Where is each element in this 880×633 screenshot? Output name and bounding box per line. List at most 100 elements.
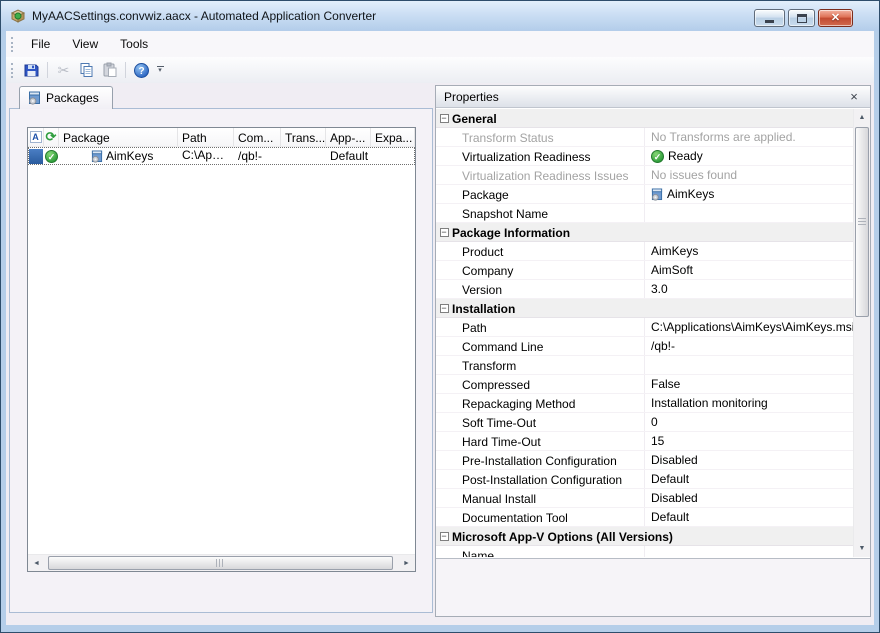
cut-button[interactable]: ✂ — [52, 60, 75, 81]
column-header-transform[interactable]: Trans... — [281, 128, 326, 146]
package-box-icon — [91, 150, 103, 163]
maximize-button[interactable] — [788, 9, 815, 27]
toolbar-overflow-button[interactable]: ▾ — [153, 60, 167, 81]
paste-button[interactable] — [98, 60, 121, 81]
property-name: Product — [452, 242, 645, 260]
tab-packages[interactable]: Packages — [19, 86, 113, 109]
property-value: 15 — [645, 432, 853, 450]
vertical-scrollbar: ▲ ▼ — [853, 109, 870, 557]
menu-view[interactable]: View — [61, 33, 109, 55]
menu-tools[interactable]: Tools — [109, 33, 159, 55]
menubar-grip[interactable] — [11, 37, 14, 52]
horizontal-scroll-thumb[interactable] — [48, 556, 393, 570]
row-gutter — [436, 185, 452, 203]
collapse-minus-icon[interactable]: − — [440, 304, 449, 313]
column-header-path[interactable]: Path — [178, 128, 234, 146]
ready-check-icon: ✓ — [651, 150, 664, 163]
horizontal-scrollbar: ◄ ► — [28, 554, 415, 571]
collapse-minus-icon[interactable]: − — [440, 114, 449, 123]
help-icon: ? — [134, 63, 149, 78]
property-value — [645, 356, 853, 374]
sort-a-icon: A — [30, 131, 42, 143]
property-row[interactable]: ProductAimKeys — [436, 242, 853, 261]
column-header-status[interactable]: ⟳ — [44, 128, 59, 146]
row-gutter: − — [436, 299, 452, 317]
category-row[interactable]: −Package Information — [436, 223, 853, 242]
close-button[interactable]: ✕ — [818, 9, 853, 27]
property-row[interactable]: Post-Installation ConfigurationDefault — [436, 470, 853, 489]
toolbar-grip[interactable] — [11, 63, 14, 78]
property-row[interactable]: Path C:\Applications\AimKeys\AimKeys.msi — [436, 318, 853, 337]
row-expand-cell — [371, 147, 415, 165]
property-row[interactable]: Version3.0 — [436, 280, 853, 299]
category-row[interactable]: −General — [436, 109, 853, 128]
help-button[interactable]: ? — [130, 60, 153, 81]
minimize-button[interactable] — [754, 9, 785, 27]
property-row[interactable]: Virtualization Readiness ✓ Ready — [436, 147, 853, 166]
collapse-minus-icon[interactable]: − — [440, 532, 449, 541]
packages-list-header: A ⟳ Package Path Com... Trans... App-...… — [28, 128, 415, 147]
row-path-cell: C:\Applications\AimKeys\AimKeys.msi — [178, 147, 234, 165]
property-name: Hard Time-Out — [452, 432, 645, 450]
collapse-minus-icon[interactable]: − — [440, 228, 449, 237]
column-header-package[interactable]: Package — [59, 128, 178, 146]
vertical-scroll-track[interactable] — [854, 126, 870, 540]
property-row[interactable]: Documentation ToolDefault — [436, 508, 853, 527]
save-button[interactable] — [20, 60, 43, 81]
property-name: Virtualization Readiness — [452, 147, 645, 165]
property-row[interactable]: PackageAimKeys — [436, 185, 853, 204]
scroll-down-button[interactable]: ▼ — [854, 540, 870, 557]
property-value-text: Ready — [668, 149, 703, 163]
property-row[interactable]: CompressedFalse — [436, 375, 853, 394]
column-header-command[interactable]: Com... — [234, 128, 281, 146]
client-area: Packages A ⟳ Package Path Com... Trans — [6, 83, 874, 625]
scroll-left-button[interactable]: ◄ — [28, 555, 45, 571]
property-row[interactable]: Snapshot Name — [436, 204, 853, 223]
column-header-sort[interactable]: A — [28, 128, 44, 146]
category-row[interactable]: −Microsoft App-V Options (All Versions) — [436, 527, 853, 546]
property-value-text: /qb!- — [651, 339, 675, 353]
row-gutter — [436, 337, 452, 355]
column-header-expand[interactable]: Expa... — [371, 128, 415, 146]
properties-panel: Properties × −GeneralTransform StatusNo … — [435, 85, 871, 617]
property-name: Path — [452, 318, 645, 336]
scroll-right-button[interactable]: ► — [398, 555, 415, 571]
copy-button[interactable] — [75, 60, 98, 81]
property-value-text: AimSoft — [651, 263, 693, 277]
menu-file[interactable]: File — [20, 33, 61, 55]
property-row[interactable]: Virtualization Readiness IssuesNo issues… — [436, 166, 853, 185]
column-header-appv[interactable]: App-... — [326, 128, 371, 146]
property-value-text: False — [651, 377, 680, 391]
horizontal-scroll-track[interactable] — [45, 555, 398, 571]
properties-close-icon[interactable]: × — [846, 90, 862, 103]
menubar: File View Tools — [6, 31, 874, 57]
property-value-text: C:\Applications\AimKeys\AimKeys.msi — [651, 320, 853, 334]
property-row[interactable]: Soft Time-Out0 — [436, 413, 853, 432]
property-value: Disabled — [645, 489, 853, 507]
minimize-icon — [765, 20, 774, 23]
scroll-up-button[interactable]: ▲ — [854, 109, 870, 126]
property-value: 3.0 — [645, 280, 853, 298]
property-row[interactable]: Transform — [436, 356, 853, 375]
packages-list: A ⟳ Package Path Com... Trans... App-...… — [27, 127, 416, 572]
property-row[interactable]: Manual InstallDisabled — [436, 489, 853, 508]
property-value — [645, 204, 853, 222]
property-row[interactable]: Command Line/qb!- — [436, 337, 853, 356]
property-value-text: 0 — [651, 415, 658, 429]
property-row[interactable]: CompanyAimSoft — [436, 261, 853, 280]
property-row[interactable]: Pre-Installation ConfigurationDisabled — [436, 451, 853, 470]
row-gutter: − — [436, 109, 452, 127]
property-name: Manual Install — [452, 489, 645, 507]
property-row[interactable]: Name — [436, 546, 853, 557]
property-value-text: No Transforms are applied. — [651, 130, 796, 144]
row-status-cell: ✓ — [44, 147, 59, 165]
property-value: AimSoft — [645, 261, 853, 279]
category-row[interactable]: −Installation — [436, 299, 853, 318]
toolbar-separator — [47, 62, 48, 78]
table-row-aimkeys[interactable]: ✓ AimKeys — [28, 147, 415, 165]
property-name: Transform — [452, 356, 645, 374]
property-row[interactable]: Repackaging MethodInstallation monitorin… — [436, 394, 853, 413]
property-row[interactable]: Hard Time-Out15 — [436, 432, 853, 451]
vertical-scroll-thumb[interactable] — [855, 127, 869, 317]
property-row[interactable]: Transform StatusNo Transforms are applie… — [436, 128, 853, 147]
